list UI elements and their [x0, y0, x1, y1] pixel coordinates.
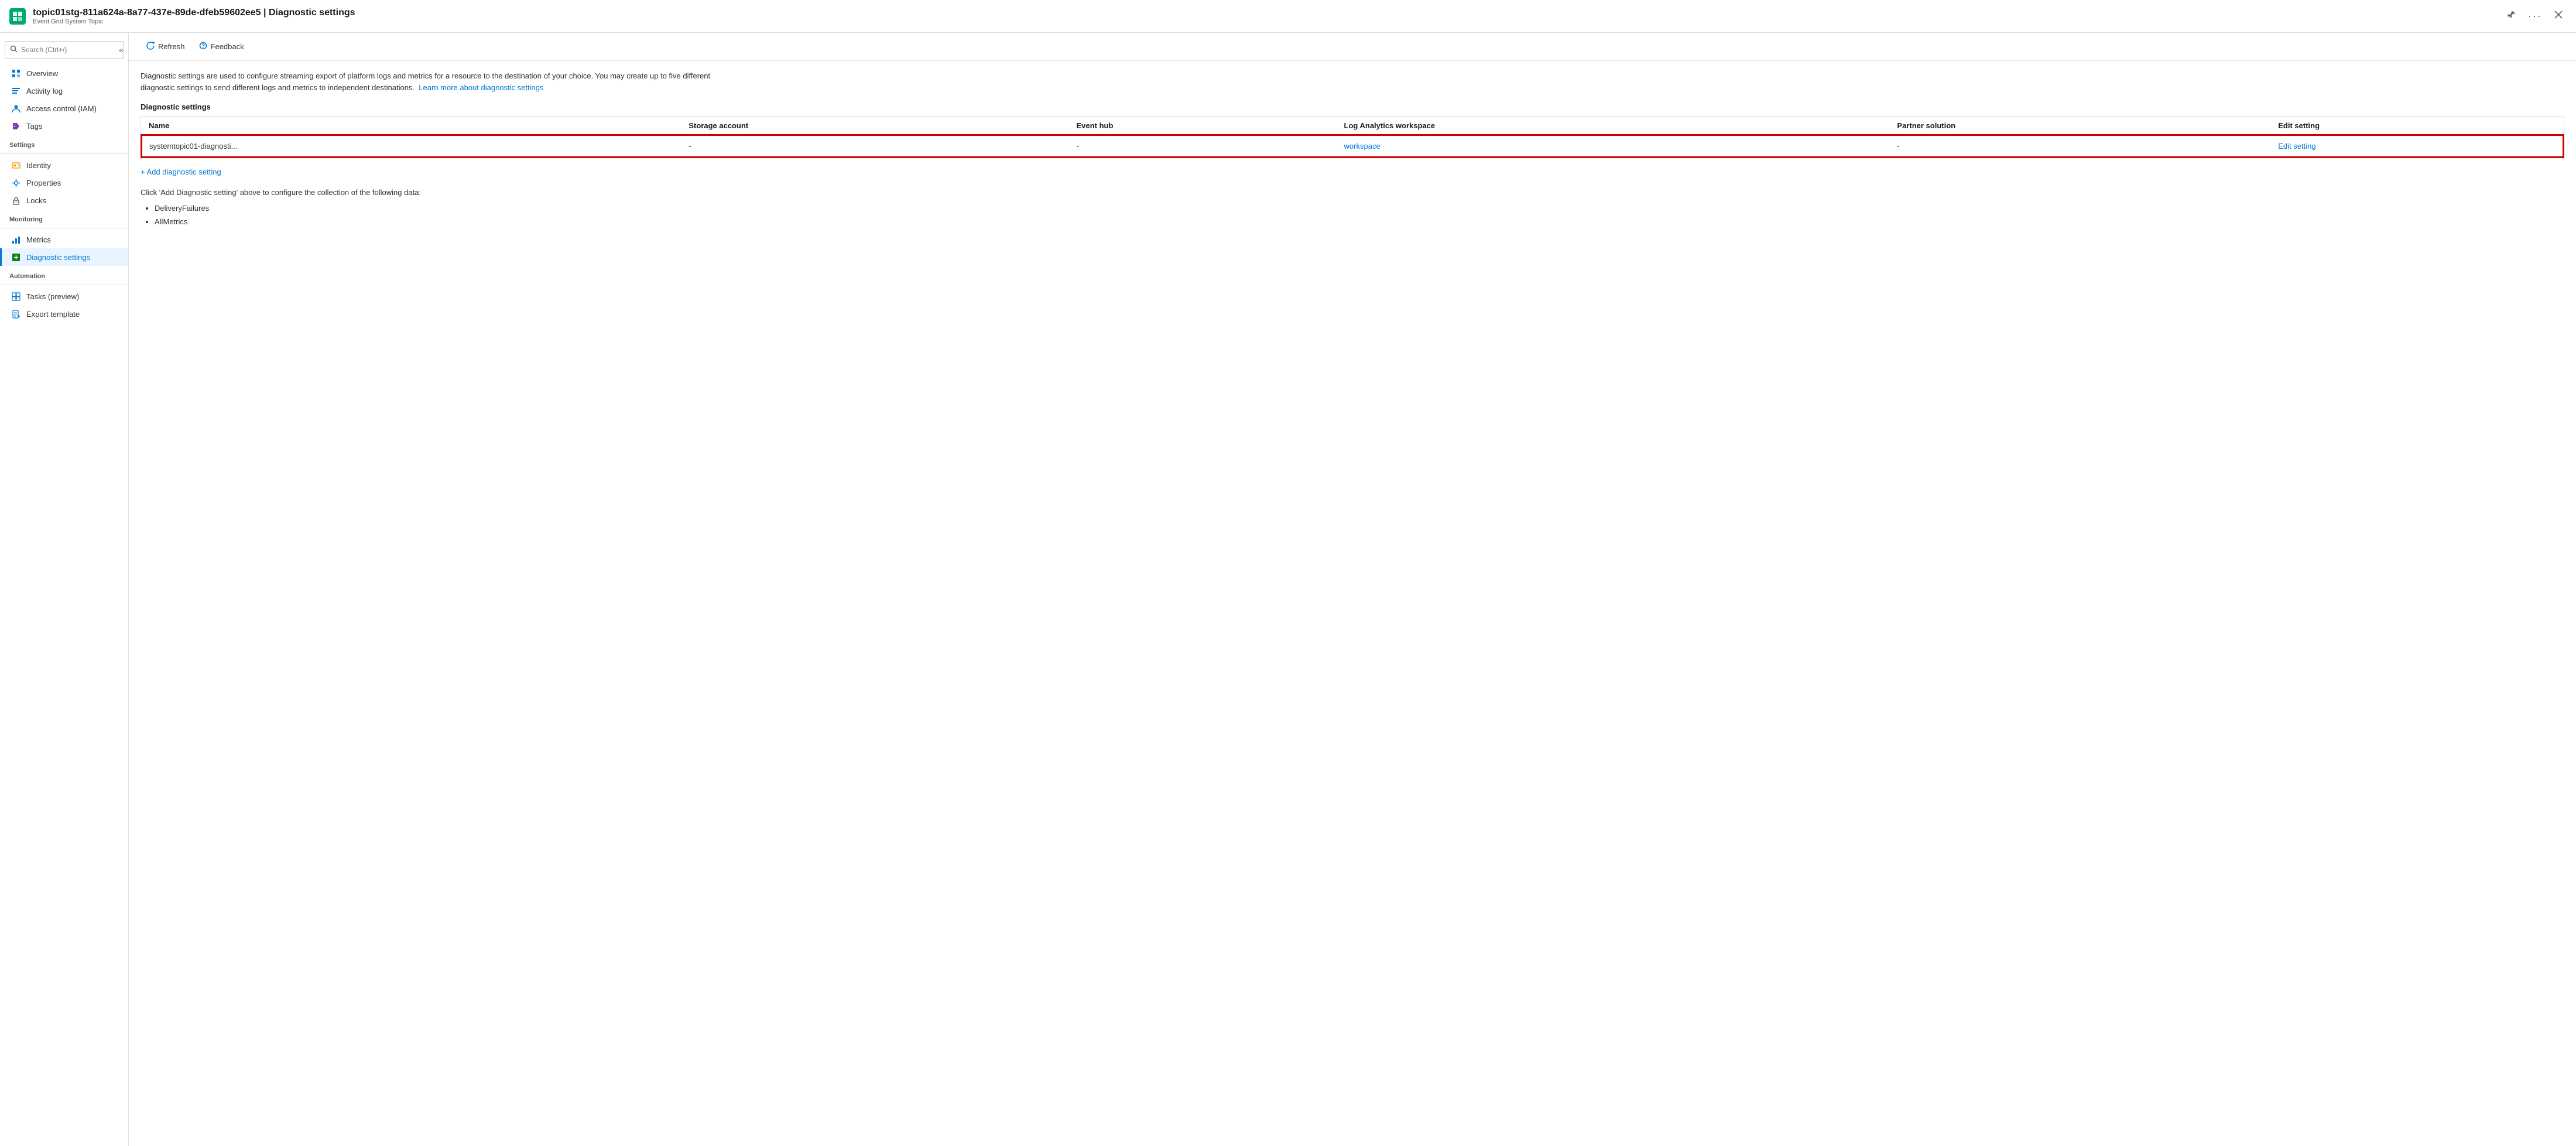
col-loganalytics: Log Analytics workspace — [1337, 117, 1890, 135]
sidebar-item-locks-label: Locks — [26, 196, 46, 205]
content-area: Refresh Feedback Diagnostic settings are… — [129, 33, 2576, 1146]
workspace-link[interactable]: workspace — [1344, 142, 1381, 150]
properties-icon — [11, 178, 20, 187]
sidebar-item-tasks-label: Tasks (preview) — [26, 292, 79, 301]
row-loganalytics: workspace — [1337, 135, 1890, 157]
row-storage: - — [681, 135, 1069, 157]
sidebar-item-tags[interactable]: Tags — [0, 117, 128, 135]
close-button[interactable] — [2550, 8, 2567, 25]
sidebar-item-metrics[interactable]: Metrics — [0, 231, 128, 248]
automation-section-label: Automation — [0, 266, 128, 282]
app-icon — [9, 8, 26, 25]
collect-description: Click 'Add Diagnostic setting' above to … — [141, 188, 2564, 197]
toolbar: Refresh Feedback — [129, 33, 2576, 61]
learn-more-link[interactable]: Learn more about diagnostic settings — [419, 83, 543, 92]
top-header: topic01stg-811a624a-8a77-437e-89de-dfeb5… — [0, 0, 2576, 33]
sidebar-item-properties[interactable]: Properties — [0, 174, 128, 191]
tasks-icon — [11, 292, 20, 301]
sidebar-item-activitylog[interactable]: Activity log — [0, 82, 128, 100]
sidebar-item-iam[interactable]: Access control (IAM) — [0, 100, 128, 117]
more-button[interactable]: ··· — [2524, 8, 2546, 25]
row-name: systemtopic01-diagnosti... — [142, 135, 681, 157]
content-body: Diagnostic settings are used to configur… — [129, 61, 2576, 238]
search-box[interactable]: « — [5, 41, 124, 59]
identity-icon — [11, 160, 20, 170]
main-layout: « Overview Activity log Access control (… — [0, 33, 2576, 1146]
feedback-icon — [199, 42, 207, 52]
sidebar-item-properties-label: Properties — [26, 179, 61, 187]
bullet-list: DeliveryFailures AllMetrics — [141, 201, 2564, 229]
description-text: Diagnostic settings are used to configur… — [141, 70, 726, 93]
header-actions: ··· — [2503, 8, 2567, 25]
sidebar-item-overview[interactable]: Overview — [0, 64, 128, 82]
pin-button[interactable] — [2503, 8, 2520, 25]
metrics-icon — [11, 235, 20, 244]
sidebar-item-activitylog-label: Activity log — [26, 87, 63, 95]
feedback-label: Feedback — [211, 42, 244, 51]
diagnostic-table: Name Storage account Event hub Log Analy… — [141, 117, 2564, 158]
refresh-button[interactable]: Refresh — [141, 39, 191, 54]
overview-icon — [11, 69, 20, 78]
diagnostic-table-wrapper: Name Storage account Event hub Log Analy… — [141, 116, 2564, 158]
sidebar-item-tags-label: Tags — [26, 122, 42, 131]
tags-icon — [11, 121, 20, 131]
refresh-label: Refresh — [158, 42, 185, 51]
page-title: topic01stg-811a624a-8a77-437e-89de-dfeb5… — [33, 8, 2496, 18]
iam-icon — [11, 104, 20, 113]
activitylog-icon — [11, 86, 20, 95]
monitoring-section-label: Monitoring — [0, 209, 128, 225]
col-storage: Storage account — [681, 117, 1069, 135]
sidebar-item-overview-label: Overview — [26, 69, 58, 78]
sidebar-item-tasks[interactable]: Tasks (preview) — [0, 288, 128, 305]
col-name: Name — [142, 117, 681, 135]
col-eventhub: Event hub — [1070, 117, 1337, 135]
settings-section-label: Settings — [0, 135, 128, 151]
resource-type-label: Event Grid System Topic — [33, 18, 2496, 25]
edit-setting-link[interactable]: Edit setting — [2278, 142, 2315, 150]
sidebar-item-metrics-label: Metrics — [26, 235, 51, 244]
sidebar-item-identity[interactable]: Identity — [0, 156, 128, 174]
table-row: systemtopic01-diagnosti... - - workspace… — [142, 135, 2563, 157]
sidebar-item-iam-label: Access control (IAM) — [26, 104, 97, 113]
sidebar-item-locks[interactable]: Locks — [0, 191, 128, 209]
settings-divider — [0, 153, 128, 154]
search-icon — [10, 45, 18, 54]
list-item-allmetrics: AllMetrics — [155, 215, 2564, 228]
sidebar-item-exporttemplate-label: Export template — [26, 310, 80, 319]
search-input[interactable] — [21, 46, 112, 54]
add-diagnostic-setting-link[interactable]: + Add diagnostic setting — [141, 165, 221, 179]
sidebar-item-diagnosticsettings[interactable]: Diagnostic settings — [0, 248, 128, 266]
export-icon — [11, 309, 20, 319]
table-header-row: Name Storage account Event hub Log Analy… — [142, 117, 2563, 135]
row-partner: - — [1890, 135, 2271, 157]
row-eventhub: - — [1070, 135, 1337, 157]
collapse-sidebar-button[interactable]: « — [117, 44, 126, 56]
feedback-button[interactable]: Feedback — [193, 39, 250, 54]
sidebar-item-diagnosticsettings-label: Diagnostic settings — [26, 253, 90, 262]
header-title-block: topic01stg-811a624a-8a77-437e-89de-dfeb5… — [33, 8, 2496, 25]
diagnostic-icon — [11, 252, 20, 262]
row-edit: Edit setting — [2271, 135, 2563, 157]
sidebar-item-exporttemplate[interactable]: Export template — [0, 305, 128, 323]
col-partner: Partner solution — [1890, 117, 2271, 135]
locks-icon — [11, 196, 20, 205]
list-item-deliveryfailures: DeliveryFailures — [155, 201, 2564, 215]
diagnostic-settings-section-title: Diagnostic settings — [141, 102, 2564, 111]
refresh-icon — [146, 42, 155, 52]
sidebar: « Overview Activity log Access control (… — [0, 33, 129, 1146]
sidebar-item-identity-label: Identity — [26, 161, 51, 170]
col-edit: Edit setting — [2271, 117, 2563, 135]
